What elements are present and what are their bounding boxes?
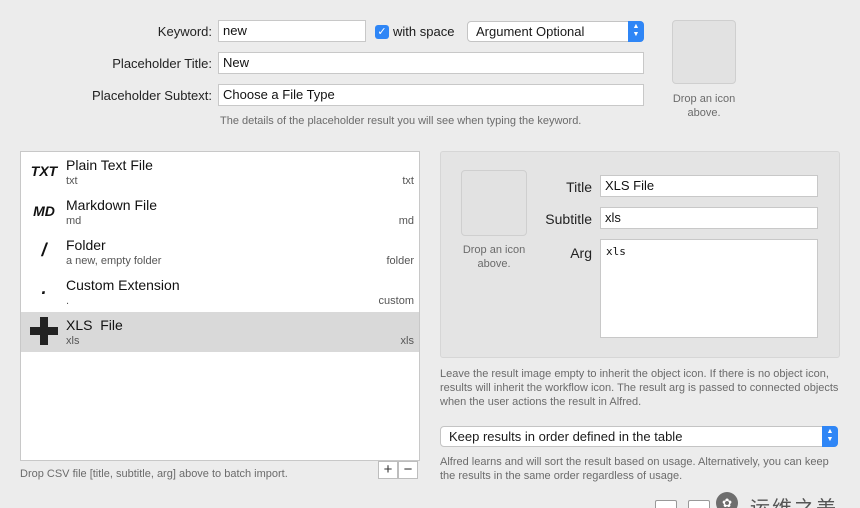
results-list[interactable]: TXT Plain Text File txt txt MD Markdown …: [20, 151, 420, 461]
placeholder-title-label: Placeholder Title:: [112, 56, 212, 71]
list-item-title: Custom Extension: [66, 277, 180, 293]
argument-mode-value: Argument Optional: [476, 24, 585, 39]
list-item[interactable]: TXT Plain Text File txt txt: [21, 152, 419, 192]
argument-mode-select[interactable]: Argument Optional ▲ ▼: [467, 21, 644, 42]
with-space-label: with space: [393, 24, 455, 39]
dot-icon: .: [41, 278, 47, 298]
result-icon-drop-hint: Drop an icon above.: [462, 244, 526, 270]
with-space-checkbox[interactable]: ✓: [375, 25, 389, 39]
add-row-button[interactable]: +: [378, 461, 398, 479]
watermark-text: 运维之美: [750, 492, 838, 508]
wechat-icon: ✿: [716, 492, 738, 508]
placeholder-subtext-label: Placeholder Subtext:: [92, 88, 212, 103]
arg-textarea[interactable]: xls: [600, 239, 818, 338]
list-item-arg: xls: [400, 335, 414, 347]
slash-icon: /: [41, 240, 47, 260]
list-item-title: Plain Text File: [66, 157, 153, 173]
keyword-label: Keyword:: [157, 24, 212, 39]
arg-label: Arg: [570, 245, 592, 261]
result-icon-well[interactable]: [461, 170, 527, 236]
checkmark-icon: ✓: [377, 26, 387, 38]
plus-icon: [27, 316, 61, 349]
list-item-title: Markdown File: [66, 197, 158, 213]
keyword-icon-well[interactable]: [672, 20, 736, 84]
list-item-subtitle: .: [66, 295, 70, 307]
result-order-select[interactable]: Keep results in order defined in the tab…: [440, 426, 838, 447]
list-item-selected[interactable]: XLS File xls xls: [21, 312, 419, 352]
list-item-arg: md: [398, 215, 414, 227]
keyword-icon-drop-hint: Drop an icon above.: [672, 93, 736, 119]
list-item-subtitle: a new, empty folder: [66, 255, 162, 267]
list-item-subtitle: md: [66, 215, 82, 227]
list-item[interactable]: . Custom Extension . custom: [21, 272, 419, 312]
md-icon: MD: [33, 203, 55, 219]
remove-row-button[interactable]: −: [398, 461, 418, 479]
list-item-arg: folder: [386, 255, 414, 267]
keyword-input[interactable]: new: [218, 20, 366, 42]
partial-checkbox[interactable]: [688, 500, 710, 508]
partial-checkbox[interactable]: [655, 500, 677, 508]
list-item-subtitle: txt: [66, 175, 78, 187]
placeholder-hint: The details of the placeholder result yo…: [220, 115, 582, 127]
subtitle-input[interactable]: xls: [600, 207, 818, 229]
placeholder-title-input[interactable]: New: [218, 52, 644, 74]
csv-import-hint: Drop CSV file [title, subtitle, arg] abo…: [20, 468, 288, 480]
placeholder-subtext-input[interactable]: Choose a File Type: [218, 84, 644, 106]
inherit-hint: Leave the result image empty to inherit …: [440, 368, 839, 408]
chevron-updown-icon: ▲ ▼: [628, 21, 644, 42]
order-hint: Alfred learns and will sort the result b…: [440, 456, 829, 482]
txt-icon: TXT: [30, 163, 58, 179]
list-item-title: XLS File: [66, 317, 123, 333]
list-item-title: Folder: [66, 237, 106, 253]
list-item[interactable]: MD Markdown File md md: [21, 192, 419, 232]
list-item[interactable]: / Folder a new, empty folder folder: [21, 232, 419, 272]
subtitle-label: Subtitle: [545, 211, 592, 227]
list-item-arg: txt: [402, 175, 414, 187]
result-order-value: Keep results in order defined in the tab…: [449, 429, 683, 444]
list-item-subtitle: xls: [66, 335, 80, 347]
chevron-updown-icon: ▲ ▼: [822, 426, 838, 447]
title-input[interactable]: XLS File: [600, 175, 818, 197]
list-item-arg: custom: [378, 295, 414, 307]
title-label: Title: [566, 179, 592, 195]
